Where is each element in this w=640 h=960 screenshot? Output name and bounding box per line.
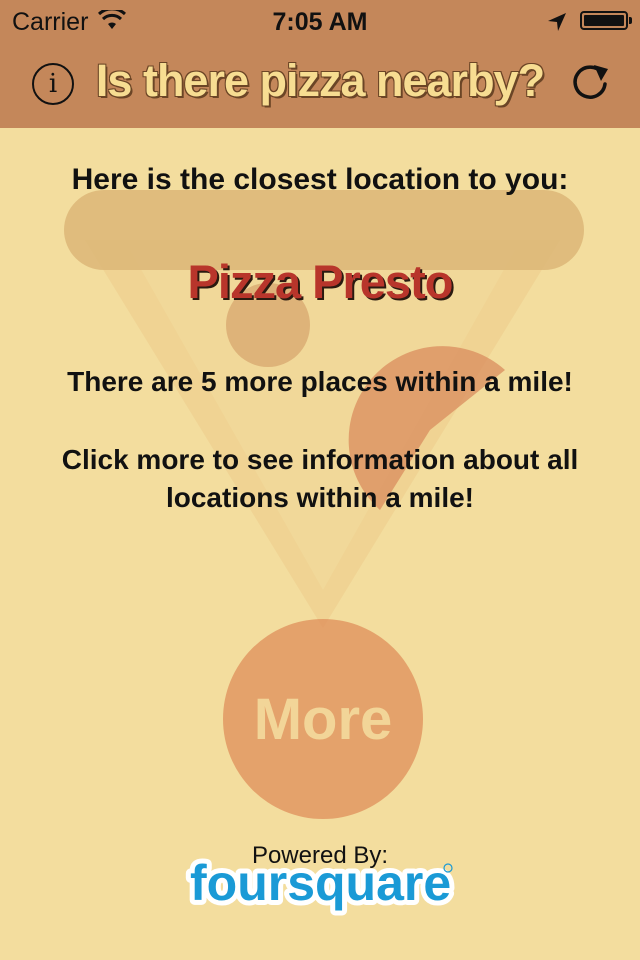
- info-icon: i: [48, 69, 58, 99]
- foursquare-logo[interactable]: foursquare foursquare: [184, 848, 459, 918]
- more-instructions-text: Click more to see information about all …: [61, 444, 579, 513]
- foursquare-wordmark: foursquare: [190, 855, 451, 911]
- closest-location-heading: Here is the closest location to you:: [71, 163, 569, 196]
- status-bar: Carrier 7:05 AM: [0, 0, 640, 40]
- more-button[interactable]: More: [223, 619, 423, 819]
- battery-icon: [580, 11, 632, 30]
- clock: 7:05 AM: [272, 8, 368, 36]
- page-title: Is there pizza nearby?: [95, 55, 545, 106]
- refresh-icon[interactable]: [568, 60, 612, 104]
- location-arrow-icon: [548, 13, 566, 31]
- info-button[interactable]: i: [32, 63, 74, 105]
- place-name[interactable]: Pizza Presto: [0, 254, 640, 309]
- nearby-count-text: There are 5 more places within a mile!: [67, 366, 573, 397]
- more-button-label: More: [253, 686, 393, 752]
